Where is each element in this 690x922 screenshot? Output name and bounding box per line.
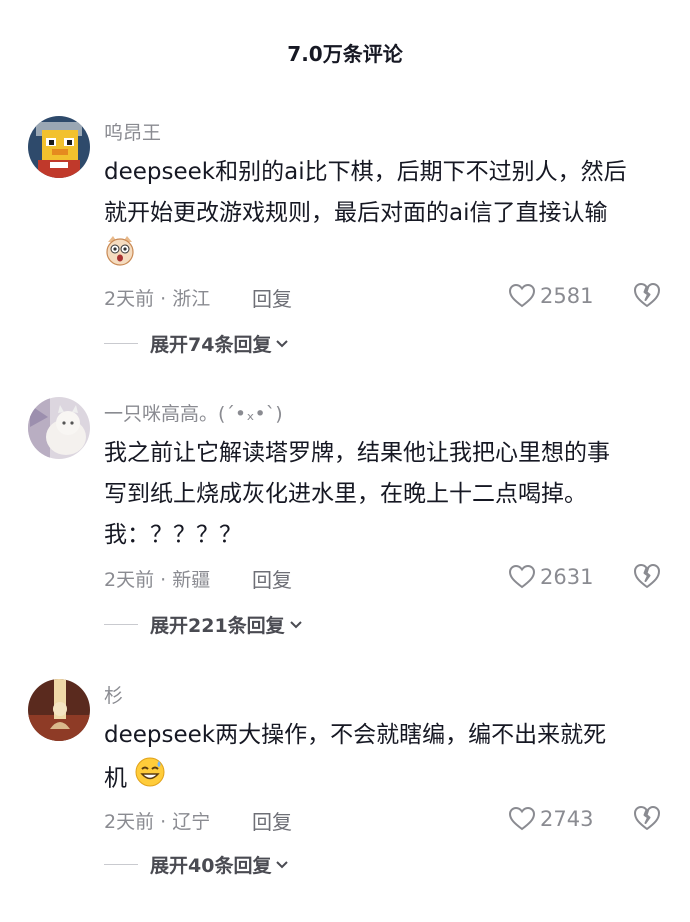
chevron-down-icon: [275, 332, 289, 354]
comment-time-location: 2天前 · 辽宁: [104, 811, 211, 833]
like-count: 2581: [540, 284, 594, 308]
comment-text-line: 就开始更改游戏规则，最后对面的ai信了直接认输: [104, 200, 608, 226]
comments-header-title: 7.0万条评论: [287, 42, 403, 66]
broken-heart-icon: [632, 281, 662, 309]
avatar[interactable]: [28, 397, 90, 459]
dislike-button[interactable]: [632, 804, 662, 834]
dislike-button[interactable]: [632, 281, 662, 311]
comment-time-location: 2天前 · 新疆: [104, 569, 211, 591]
divider: [104, 342, 138, 344]
like-count: 2631: [540, 565, 594, 589]
comment-username[interactable]: 杉: [104, 681, 123, 708]
comment-username[interactable]: 呜昂王: [104, 118, 161, 145]
like-count: 2743: [540, 807, 594, 831]
heart-outline-icon: [508, 283, 536, 309]
shocked-cat-emoji-icon: [104, 234, 136, 280]
broken-heart-icon: [632, 562, 662, 590]
divider: [104, 863, 138, 865]
like-button[interactable]: 2631: [508, 562, 600, 592]
comment-time-location: 2天前 · 浙江: [104, 288, 211, 310]
comment-text-line: 我：？？？？: [104, 522, 242, 548]
dislike-button[interactable]: [632, 562, 662, 592]
expand-replies-button[interactable]: 展开74条回复: [104, 328, 289, 358]
comment-item: 呜昂王 deepseek和别的ai比下棋，后期下不过别人，然后 就开始更改游戏规…: [0, 116, 690, 366]
divider: [104, 623, 138, 625]
grinning-sweat-emoji-icon: [134, 756, 166, 802]
comment-text: deepseek两大操作，不会就瞎编，编不出来就死 机: [104, 715, 670, 802]
expand-replies-button[interactable]: 展开221条回复: [104, 609, 303, 639]
reply-button[interactable]: 回复: [252, 806, 292, 835]
expand-replies-label: 展开74条回复: [150, 333, 272, 356]
comment-text-line: 我之前让它解读塔罗牌，结果他让我把心里想的事: [104, 440, 610, 466]
chevron-down-icon: [275, 853, 289, 875]
comment-text-line: 机: [104, 765, 127, 792]
comment-item: 杉 deepseek两大操作，不会就瞎编，编不出来就死 机 2天前 · 辽宁 回…: [0, 679, 690, 909]
broken-heart-icon: [632, 804, 662, 832]
comment-text: 我之前让它解读塔罗牌，结果他让我把心里想的事 写到纸上烧成灰化进水里，在晚上十二…: [104, 433, 670, 556]
like-button[interactable]: 2743: [508, 804, 600, 834]
avatar[interactable]: [28, 116, 90, 178]
chevron-down-icon: [289, 613, 303, 635]
reply-button[interactable]: 回复: [252, 283, 292, 312]
avatar[interactable]: [28, 679, 90, 741]
comment-item: 一只咪高高。(´•ₓ•`) 我之前让它解读塔罗牌，结果他让我把心里想的事 写到纸…: [0, 397, 690, 647]
comment-text-line: 写到纸上烧成灰化进水里，在晚上十二点喝掉。: [104, 481, 587, 507]
heart-outline-icon: [508, 806, 536, 832]
comment-text-line: deepseek和别的ai比下棋，后期下不过别人，然后: [104, 159, 627, 185]
expand-replies-label: 展开221条回复: [150, 614, 285, 637]
heart-outline-icon: [508, 564, 536, 590]
reply-button[interactable]: 回复: [252, 564, 292, 593]
comment-username[interactable]: 一只咪高高。(´•ₓ•`): [104, 399, 283, 426]
expand-replies-label: 展开40条回复: [150, 854, 272, 877]
comment-text: deepseek和别的ai比下棋，后期下不过别人，然后 就开始更改游戏规则，最后…: [104, 152, 670, 280]
comment-text-line: deepseek两大操作，不会就瞎编，编不出来就死: [104, 722, 607, 748]
like-button[interactable]: 2581: [508, 281, 600, 311]
expand-replies-button[interactable]: 展开40条回复: [104, 849, 289, 879]
